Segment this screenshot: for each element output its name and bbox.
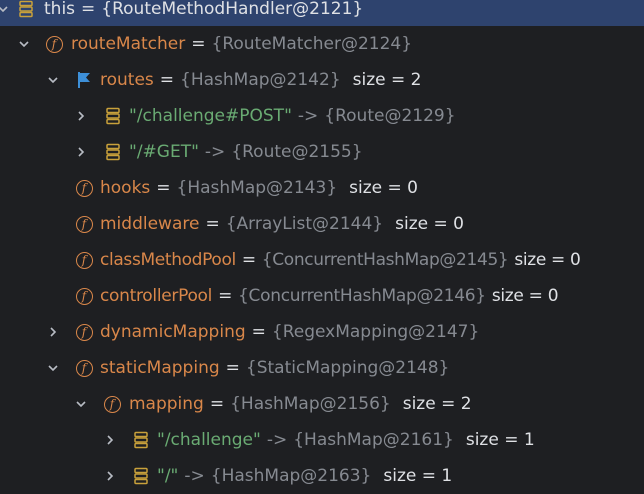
variable-name: mapping (129, 394, 204, 414)
field-icon: f (74, 358, 94, 378)
entry-key: "/challenge" (157, 430, 261, 450)
chevron-down-icon[interactable] (46, 361, 60, 375)
variable-name: controllerPool (100, 286, 213, 306)
variable-value: {HashMap@2163} (210, 466, 372, 486)
variable-name: this (44, 0, 76, 19)
chevron-down-icon[interactable] (46, 73, 60, 87)
size-label: size = 2 (352, 70, 422, 90)
size-label: size = 2 (402, 394, 472, 414)
variable-value: {HashMap@2156} (230, 394, 391, 414)
equals-sign: = (159, 70, 175, 90)
equals-sign: = (225, 358, 240, 378)
chevron-right-icon[interactable] (74, 109, 88, 123)
variable-name: staticMapping (100, 358, 220, 378)
tree-row-entry[interactable]: "/challenge" -> {HashMap@2161} size = 1 (0, 423, 644, 457)
size-label: size = 0 (395, 214, 464, 234)
size-label: size = 1 (383, 466, 453, 486)
chevron-right-icon[interactable] (74, 145, 88, 159)
equals-sign: = (205, 214, 220, 234)
equals-sign: = (241, 250, 256, 270)
size-label: size = 0 (514, 250, 581, 270)
chevron-right-icon[interactable] (46, 325, 60, 339)
equals-sign: = (191, 34, 206, 54)
chevron-down-icon[interactable] (0, 2, 10, 16)
field-icon: f (102, 394, 122, 414)
arrow: -> (204, 142, 226, 162)
variable-name: hooks (100, 178, 151, 198)
map-entry-icon (16, 0, 36, 19)
map-entry-icon (103, 106, 123, 126)
tree-row-dynamicmapping[interactable]: f dynamicMapping = {RegexMapping@2147} (0, 315, 644, 349)
variable-value: {Route@2129} (324, 106, 456, 126)
equals-sign: = (81, 0, 96, 19)
tree-row-middleware[interactable]: f middleware = {ArrayList@2144} size = 0 (0, 207, 644, 241)
tree-row-routes[interactable]: routes = {HashMap@2142} size = 2 (0, 63, 644, 97)
variable-name: classMethodPool (100, 250, 236, 270)
size-label: size = 1 (465, 430, 535, 450)
variable-name: routeMatcher (71, 34, 186, 54)
field-icon: f (74, 178, 94, 198)
arrow: -> (266, 430, 288, 450)
variable-value: {RouteMatcher@2124} (211, 34, 413, 54)
tree-row-entry[interactable]: "/challenge#POST" -> {Route@2129} (0, 99, 644, 133)
chevron-down-icon[interactable] (74, 397, 88, 411)
chevron-right-icon[interactable] (103, 433, 117, 447)
variable-value: {HashMap@2143} (176, 178, 338, 198)
arrow: -> (184, 466, 205, 486)
tree-row-this[interactable]: this = {RouteMethodHandler@2121} (0, 0, 644, 26)
variable-value: {Route@2155} (231, 142, 363, 162)
map-entry-icon (131, 430, 151, 450)
entry-key: "/" (157, 466, 179, 486)
flag-icon (74, 70, 94, 90)
arrow: -> (297, 106, 319, 126)
field-icon: f (74, 286, 94, 306)
equals-sign: = (218, 286, 233, 306)
tree-row-classmethodpool[interactable]: f classMethodPool = {ConcurrentHashMap@2… (0, 243, 644, 277)
chevron-right-icon[interactable] (103, 469, 117, 483)
variable-value: {ArrayList@2144} (225, 214, 384, 234)
variable-value: {ConcurrentHashMap@2145} (261, 250, 509, 270)
variable-name: dynamicMapping (100, 322, 246, 342)
entry-key: "/#GET" (129, 142, 199, 162)
variable-name: middleware (100, 214, 200, 234)
map-entry-icon (103, 142, 123, 162)
field-icon: f (74, 250, 94, 270)
size-label: size = 0 (349, 178, 418, 198)
variable-name: routes (100, 70, 154, 90)
variable-value: {StaticMapping@2148} (245, 358, 450, 378)
equals-sign: = (156, 178, 171, 198)
field-icon: f (44, 34, 64, 54)
field-icon: f (74, 322, 94, 342)
variable-value: {RegexMapping@2147} (271, 322, 480, 342)
tree-row-mapping[interactable]: f mapping = {HashMap@2156} size = 2 (0, 387, 644, 421)
tree-row-entry[interactable]: "/#GET" -> {Route@2155} (0, 135, 644, 169)
variable-value: {ConcurrentHashMap@2146} (238, 286, 486, 306)
field-icon: f (74, 214, 94, 234)
map-entry-icon (131, 466, 151, 486)
chevron-down-icon[interactable] (17, 37, 31, 51)
tree-row-routematcher[interactable]: f routeMatcher = {RouteMatcher@2124} (0, 27, 644, 61)
tree-row-hooks[interactable]: f hooks = {HashMap@2143} size = 0 (0, 171, 644, 205)
variable-value: {RouteMethodHandler@2121} (101, 0, 364, 19)
variable-value: {HashMap@2142} (180, 70, 341, 90)
entry-key: "/challenge#POST" (129, 106, 292, 126)
equals-sign: = (209, 394, 225, 414)
tree-row-controllerpool[interactable]: f controllerPool = {ConcurrentHashMap@21… (0, 279, 644, 313)
equals-sign: = (251, 322, 266, 342)
variable-value: {HashMap@2161} (293, 430, 454, 450)
size-label: size = 0 (491, 286, 559, 306)
tree-row-entry[interactable]: "/" -> {HashMap@2163} size = 1 (0, 459, 644, 493)
tree-row-staticmapping[interactable]: f staticMapping = {StaticMapping@2148} (0, 351, 644, 385)
